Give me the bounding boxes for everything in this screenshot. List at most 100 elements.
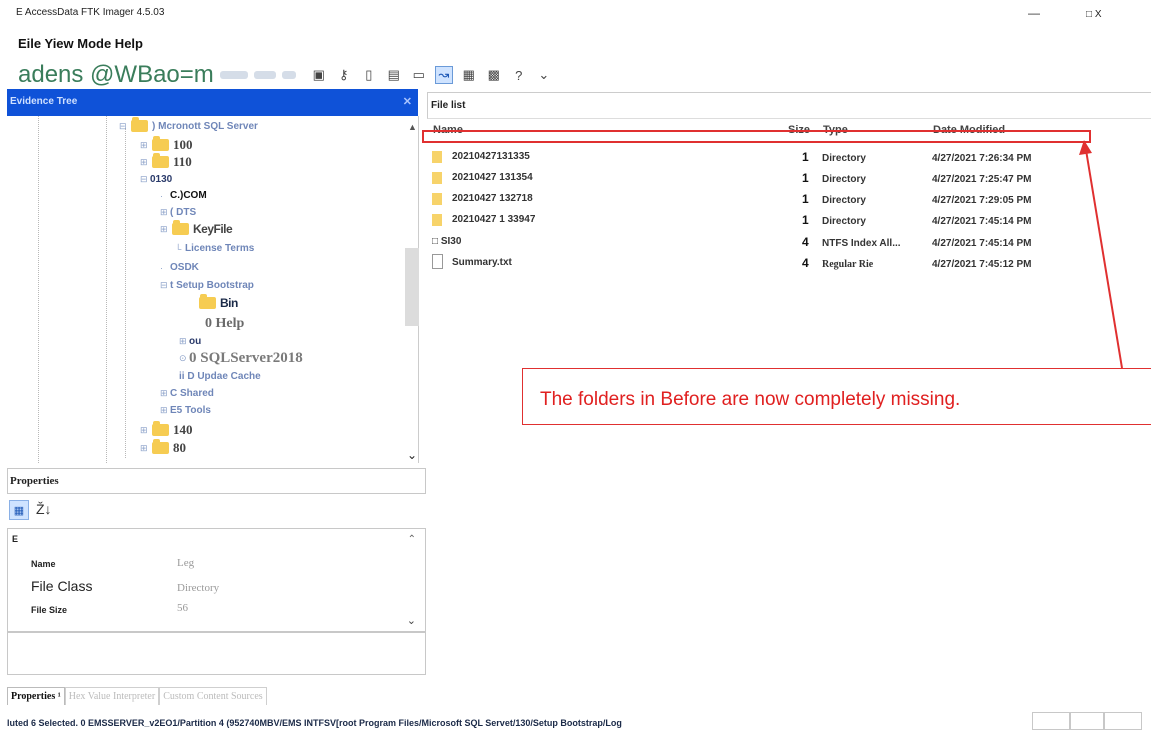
dropdown-icon[interactable]: ⌄ [535, 66, 553, 84]
annotation-arrow [1079, 140, 1123, 369]
file-row[interactable]: Summary.txt 4 Regular Rie 4/27/2021 7:45… [432, 254, 1072, 275]
help-icon[interactable]: ? [510, 66, 528, 84]
hex-view-icon[interactable]: ▩ [485, 66, 503, 84]
tree-item[interactable]: Bin [197, 294, 238, 310]
file-size: 4 [802, 256, 809, 270]
categorized-icon[interactable]: ▦ [9, 500, 29, 520]
expand-icon[interactable]: ⊞ [140, 140, 150, 151]
scroll-up-icon[interactable]: ⌃ [408, 534, 416, 545]
tree-item[interactable]: ⊞ KeyFile [160, 220, 233, 236]
tree-item[interactable]: ⊟ t Setup Bootstrap [160, 280, 254, 291]
folder-icon [432, 193, 442, 205]
expand-icon[interactable]: ⊙ [179, 353, 189, 364]
toolbar-blur [253, 71, 276, 79]
tree-label: C.)COM [170, 190, 207, 201]
file-date: 4/27/2021 7:45:14 PM [932, 238, 1032, 249]
expand-icon[interactable]: ⊞ [140, 157, 150, 168]
annotation-text: The folders in Before are now completely… [540, 389, 961, 410]
tab-hex-value-interpreter[interactable]: Hex Value Interpreter [64, 687, 160, 705]
export-image-icon[interactable]: ▣ [310, 66, 328, 84]
collapse-icon[interactable]: ⊟ [119, 121, 129, 132]
status-panel [1104, 712, 1142, 730]
scrollbar-thumb[interactable] [405, 248, 419, 326]
collapse-icon[interactable]: ⊟ [140, 174, 150, 185]
tree-guide-line [125, 128, 126, 458]
tree-label: 80 [173, 440, 186, 455]
tree-label: OSDK [170, 262, 199, 273]
close-button[interactable]: □ X [1086, 9, 1102, 20]
tree-label: C Shared [170, 388, 214, 399]
scroll-down-icon[interactable]: ⌄ [407, 614, 416, 627]
status-panel [1032, 712, 1070, 730]
tree-item[interactable]: ⊞ 80 [140, 439, 186, 456]
tree-item[interactable]: ⊟ 0130 [140, 174, 172, 185]
file-size: 1 [802, 171, 809, 185]
scroll-down-icon[interactable]: ⌄ [407, 448, 417, 462]
file-row[interactable]: 20210427 132718 1 Directory 4/27/2021 7:… [432, 191, 1072, 211]
tree-label: 110 [173, 154, 192, 169]
tree-item[interactable]: ⊞ ou [179, 336, 201, 347]
text-view-icon[interactable]: ▦ [460, 66, 478, 84]
tree-item[interactable]: · OSDK [160, 262, 199, 273]
properties-grid: E Name Leg File Class Directory File Siz… [7, 528, 426, 632]
tree-item[interactable]: ⊙ 0 SQLServer2018 [179, 350, 303, 367]
tab-custom-content-sources[interactable]: Custom Content Sources [159, 687, 267, 705]
collapse-icon[interactable]: ⊟ [160, 280, 170, 291]
file-row[interactable]: □ SI30 4 NTFS Index All... 4/27/2021 7:4… [432, 234, 1072, 254]
file-row[interactable]: 20210427131335 1 Directory 4/27/2021 7:2… [432, 149, 1072, 169]
expand-icon[interactable]: ⊞ [140, 443, 150, 454]
auto-view-icon[interactable]: ↝ [434, 66, 453, 84]
expand-icon[interactable]: · [160, 191, 170, 201]
folder-icon [432, 172, 442, 184]
evidence-tree-header: Evidence Tree ✕ [7, 89, 418, 116]
tree-item[interactable]: └ License Terms [175, 243, 254, 254]
tree-item[interactable]: ⊞ 140 [140, 421, 193, 438]
scroll-up-icon[interactable]: ▲ [408, 122, 417, 132]
toolbar-blur [281, 71, 296, 79]
new-file-icon[interactable]: ▯ [360, 66, 378, 84]
key-icon[interactable]: ⚷ [335, 66, 353, 84]
sort-alpha-icon[interactable]: Ž↓ [36, 501, 52, 517]
tree-item[interactable]: ii D Updae Cache [179, 371, 261, 382]
tree-item[interactable]: 0 Help [205, 316, 244, 332]
toolbar-label: adens @WBao=m [18, 61, 214, 88]
bottom-tab-strip: Properties ¹ Hex Value Interpreter Custo… [7, 681, 267, 705]
minimize-button[interactable]: — [1028, 6, 1040, 20]
menu-bar[interactable]: Eile Yiew Mode Help [18, 36, 143, 51]
tab-properties[interactable]: Properties ¹ [7, 687, 65, 705]
folder-icon [432, 214, 442, 226]
folder-icon [172, 220, 189, 235]
expand-icon[interactable]: ⊞ [160, 207, 170, 218]
file-size: 1 [802, 213, 809, 227]
tree-label: ou [189, 336, 202, 347]
file-type: Directory [822, 153, 866, 164]
expand-icon[interactable]: ⊞ [179, 336, 189, 347]
expand-icon[interactable]: ⊞ [160, 405, 170, 416]
tree-item[interactable]: ⊞ ( DTS [160, 207, 196, 218]
tree-item[interactable]: ⊞ 110 [140, 153, 192, 170]
expand-icon[interactable]: ⊞ [160, 224, 170, 235]
annotation-highlight-box [422, 130, 1091, 143]
expand-icon[interactable]: ⊞ [160, 388, 170, 399]
tree-item[interactable]: ⊞ C Shared [160, 388, 214, 399]
tree-item[interactable]: ⊞ E5 Tools [160, 405, 211, 416]
file-row[interactable]: 20210427 1 33947 1 Directory 4/27/2021 7… [432, 212, 1072, 232]
tree-item[interactable]: ⊟ ) Mcronott SQL Server [119, 117, 258, 132]
file-type: Directory [822, 216, 866, 227]
close-icon[interactable]: ✕ [403, 95, 412, 108]
expand-icon[interactable]: ⊞ [140, 425, 150, 436]
tree-item[interactable]: · C.)COM [160, 190, 207, 201]
file-size: 1 [802, 150, 809, 164]
tree-item[interactable]: ⊞ 100 [140, 136, 193, 153]
report-icon[interactable]: ▤ [385, 66, 403, 84]
file-type: Regular Rie [822, 259, 874, 270]
file-row[interactable]: 20210427 131354 1 Directory 4/27/2021 7:… [432, 170, 1072, 190]
file-type: NTFS Index All... [822, 238, 901, 249]
property-category: E [12, 534, 19, 544]
expand-icon[interactable]: · [160, 263, 170, 273]
tree-label: KeyFile [193, 222, 233, 236]
evidence-tree[interactable]: ⊟ ) Mcronott SQL Server ⊞ 100 ⊞ 110 ⊟ 01… [7, 116, 419, 463]
property-name: Name [31, 559, 56, 569]
tree-label: E5 Tools [170, 405, 211, 416]
list-icon[interactable]: ▭ [410, 66, 428, 84]
